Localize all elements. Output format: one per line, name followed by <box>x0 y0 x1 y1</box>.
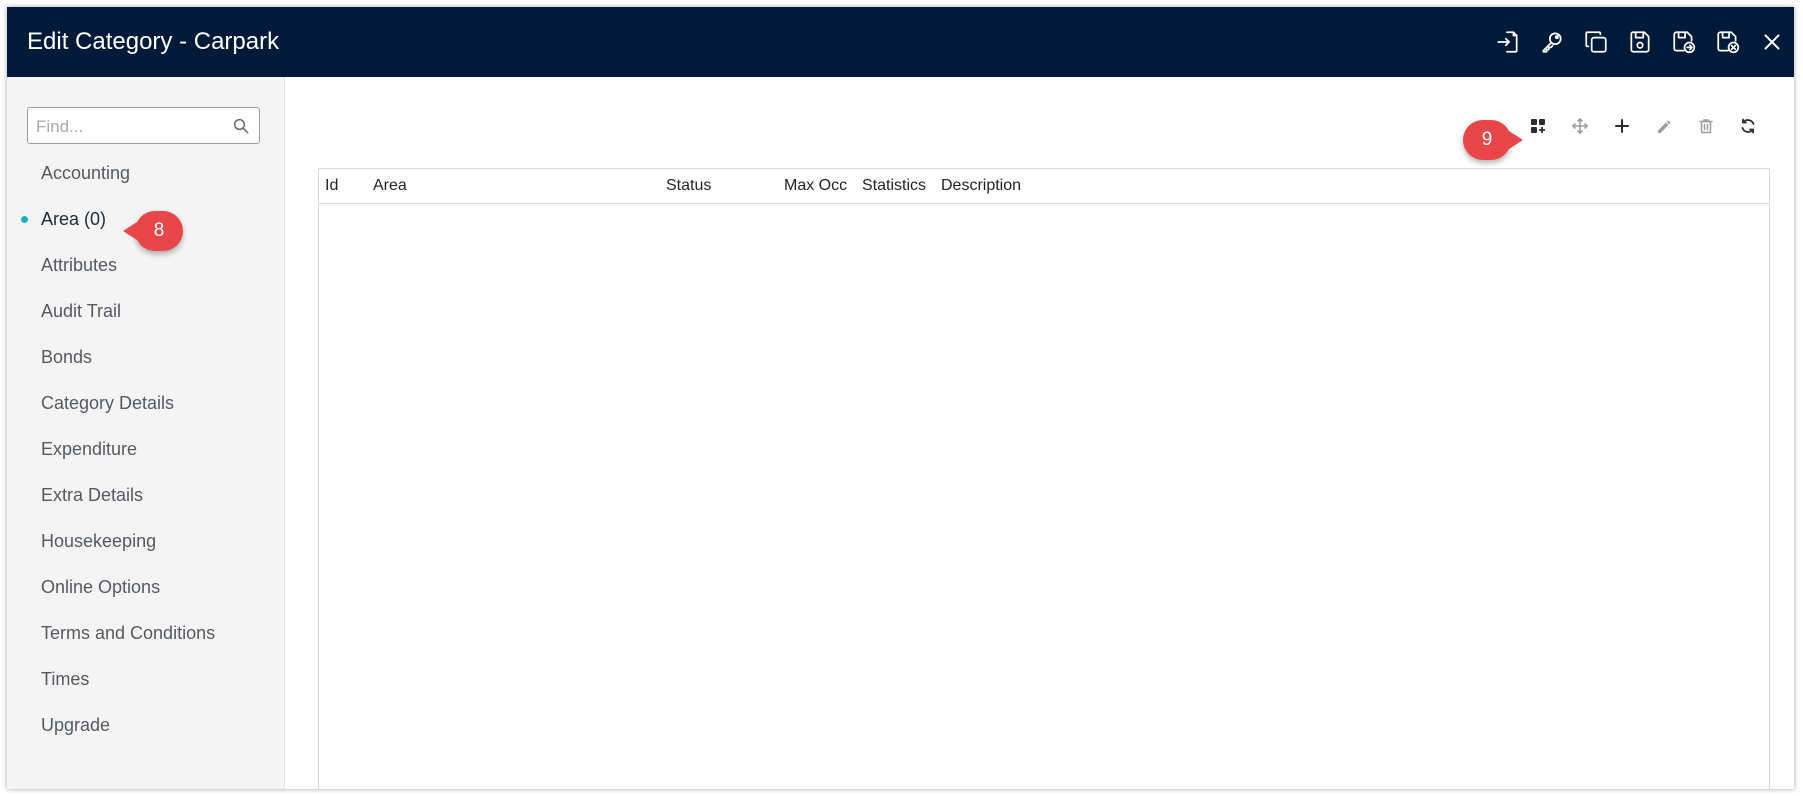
edit-category-window: Edit Category - Carpark Find... Accounti… <box>7 7 1794 789</box>
delete-icon[interactable] <box>1694 114 1718 138</box>
sidebar-item-label: Online Options <box>41 577 161 597</box>
search-icon[interactable] <box>232 117 250 135</box>
save-and-new-icon[interactable] <box>1670 28 1698 56</box>
column-header-max-occ[interactable]: Max Occ <box>784 169 847 203</box>
title-bar: Edit Category - Carpark <box>7 7 1794 77</box>
area-grid: Id Area Status Max Occ Statistics Descri… <box>318 168 1770 789</box>
column-header-area[interactable]: Area <box>373 169 407 203</box>
save-icon[interactable] <box>1626 28 1654 56</box>
sidebar-item-label: Attributes <box>41 255 118 275</box>
edit-icon[interactable] <box>1652 114 1676 138</box>
copy-icon[interactable] <box>1582 28 1610 56</box>
sidebar-item-label: Terms and Conditions <box>41 623 216 643</box>
sidebar-item-label: Audit Trail <box>41 301 122 321</box>
sidebar-item-label: Housekeeping <box>41 531 157 551</box>
close-icon[interactable] <box>1758 28 1786 56</box>
column-header-description[interactable]: Description <box>941 169 1021 203</box>
sidebar-item-online-options[interactable]: Online Options <box>7 564 284 610</box>
sidebar-item-label: Extra Details <box>41 485 144 505</box>
sidebar-item-label: Category Details <box>41 393 175 413</box>
sidebar-item-label: Times <box>41 669 90 689</box>
sidebar-item-category-details[interactable]: Category Details <box>7 380 284 426</box>
save-and-close-icon[interactable] <box>1714 28 1742 56</box>
sidebar-item-upgrade[interactable]: Upgrade <box>7 702 284 748</box>
column-header-id[interactable]: Id <box>325 169 338 203</box>
sidebar-item-label: Area (0) <box>41 209 107 229</box>
move-icon[interactable] <box>1568 114 1592 138</box>
grid-toolbar <box>1526 114 1760 138</box>
callout-badge-area: 8 <box>123 211 183 251</box>
window-title: Edit Category - Carpark <box>27 28 280 55</box>
refresh-icon[interactable] <box>1736 114 1760 138</box>
column-header-statistics[interactable]: Statistics <box>862 169 926 203</box>
grid-header: Id Area Status Max Occ Statistics Descri… <box>319 169 1769 204</box>
add-icon[interactable] <box>1610 114 1634 138</box>
sidebar-item-label: Bonds <box>41 347 93 367</box>
sidebar-item-audit-trail[interactable]: Audit Trail <box>7 288 284 334</box>
sidebar-item-expenditure[interactable]: Expenditure <box>7 426 284 472</box>
sidebar-item-label: Accounting <box>41 163 131 183</box>
title-actions <box>1494 28 1786 56</box>
sidebar: Accounting Area (0) Attributes Audit Tra… <box>7 77 285 789</box>
sidebar-item-label: Upgrade <box>41 715 111 735</box>
active-indicator-dot <box>21 216 28 223</box>
search-input[interactable] <box>34 108 228 145</box>
sign-in-icon[interactable] <box>1494 28 1522 56</box>
sidebar-item-accounting[interactable]: Accounting <box>7 150 284 196</box>
sidebar-item-housekeeping[interactable]: Housekeeping <box>7 518 284 564</box>
callout-badge-toolbar: 9 <box>1463 120 1523 160</box>
sidebar-item-bonds[interactable]: Bonds <box>7 334 284 380</box>
search-box <box>27 107 260 145</box>
add-multiple-icon[interactable] <box>1526 114 1550 138</box>
sidebar-item-terms-and-conditions[interactable]: Terms and Conditions <box>7 610 284 656</box>
sidebar-item-label: Expenditure <box>41 439 138 459</box>
sidebar-item-extra-details[interactable]: Extra Details <box>7 472 284 518</box>
column-header-status[interactable]: Status <box>666 169 711 203</box>
key-icon[interactable] <box>1538 28 1566 56</box>
sidebar-item-times[interactable]: Times <box>7 656 284 702</box>
